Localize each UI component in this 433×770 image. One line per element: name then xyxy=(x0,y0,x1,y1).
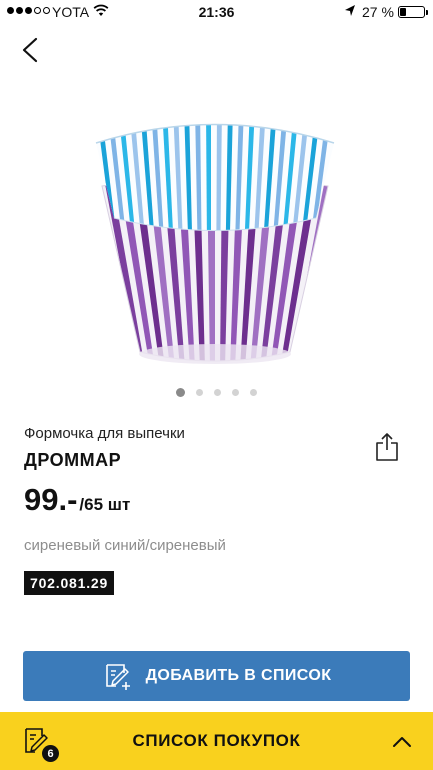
chevron-up-icon[interactable] xyxy=(392,734,412,748)
price-value: 99.- xyxy=(24,482,78,517)
carousel-dot[interactable] xyxy=(196,389,203,396)
product-color: сиреневый синий/сиреневый xyxy=(24,537,226,554)
carousel-dot[interactable] xyxy=(176,388,185,397)
add-to-list-label: ДОБАВИТЬ В СПИСОК xyxy=(145,667,332,684)
price: 99.- /65 шт xyxy=(24,482,130,518)
carousel-dot[interactable] xyxy=(232,389,239,396)
carousel-dot[interactable] xyxy=(250,389,257,396)
add-to-list-button[interactable]: ДОБАВИТЬ В СПИСОК xyxy=(23,651,410,701)
status-bar: YOTA 21:36 27 % xyxy=(0,0,433,24)
image-carousel-indicator[interactable] xyxy=(0,388,433,397)
shopping-list-bar[interactable]: 6 СПИСОК ПОКУПОК xyxy=(0,712,433,770)
battery-icon xyxy=(398,6,428,18)
product-name: ДРОММАР xyxy=(24,450,122,470)
battery-percent: 27 % xyxy=(362,4,394,20)
carousel-dot[interactable] xyxy=(214,389,221,396)
article-number: 702.081.29 xyxy=(24,571,115,595)
shopping-list-label: СПИСОК ПОКУПОК xyxy=(132,731,301,750)
add-to-list-icon xyxy=(105,664,130,690)
back-chevron-icon[interactable] xyxy=(18,36,46,64)
product-subtitle: Формочка для выпечки xyxy=(24,425,185,442)
price-unit: /65 шт xyxy=(79,495,131,514)
share-icon[interactable] xyxy=(375,432,399,462)
product-image[interactable] xyxy=(90,108,340,366)
location-arrow-icon xyxy=(345,5,355,16)
